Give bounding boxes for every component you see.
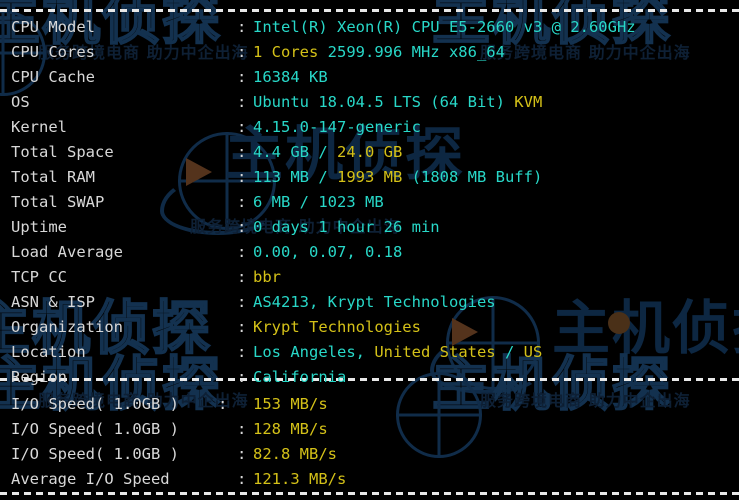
io-speed-value-segment: 82.8 MB/s [253, 445, 337, 463]
info-value: bbr [253, 265, 281, 290]
info-value: 4.4 GB / 24.0 GB [253, 140, 402, 165]
io-speed-value-segment: 153 MB/s [253, 395, 328, 413]
info-value: 113 MB / 1993 MB (1808 MB Buff) [253, 165, 542, 190]
info-label: TCP CC [11, 268, 67, 286]
io-speed-value-segment: 128 MB/s [253, 420, 328, 438]
io-speed-value: 128 MB/s [253, 417, 328, 442]
info-label: CPU Model [11, 18, 95, 36]
watermark-globe-icon [396, 372, 482, 458]
info-label: Load Average [11, 243, 123, 261]
info-colon: : [237, 68, 247, 86]
info-colon: : [237, 193, 247, 211]
info-value: Los Angeles, United States / US [253, 340, 542, 365]
info-colon: : [237, 268, 247, 286]
io-speed-label: I/O Speed( 1.0GB ) [11, 445, 179, 463]
info-value: 4.15.0-147-generic [253, 115, 421, 140]
info-value-segment: 16384 KB [253, 68, 328, 86]
info-colon: : [237, 143, 247, 161]
info-value-segment: / [318, 143, 337, 161]
io-speed-colon: : [237, 445, 247, 463]
info-label: OS [11, 93, 30, 111]
info-value-segment: US [523, 343, 543, 361]
info-label: Uptime [11, 218, 67, 236]
io-speed-colon: : [218, 395, 228, 413]
info-value-segment: / [504, 343, 524, 361]
watermark-brand: 主机侦探 [552, 294, 739, 362]
info-value: 0 days 1 hour 26 min [253, 215, 440, 240]
info-label: Region [11, 368, 67, 386]
io-speed-value-segment: 121.3 MB/s [253, 470, 347, 488]
info-value: 1 Cores 2599.996 MHz x86_64 [253, 40, 505, 65]
io-speed-label: I/O Speed( 1.0GB ) [11, 395, 179, 413]
info-value: California [253, 365, 346, 390]
info-colon: : [237, 293, 247, 311]
separator-top [0, 9, 739, 12]
info-value: Intel(R) Xeon(R) CPU E5-2660 v3 @ 2.60GH… [253, 15, 636, 40]
info-colon: : [237, 43, 247, 61]
info-colon: : [237, 368, 247, 386]
info-colon: : [237, 118, 247, 136]
info-label: Organization [11, 318, 123, 336]
info-value-segment: bbr [253, 268, 281, 286]
info-value-segment: KVM [514, 93, 543, 111]
separator-middle [0, 378, 739, 381]
io-speed-value: 153 MB/s [253, 392, 328, 417]
info-label: Total Space [11, 143, 114, 161]
info-value: 0.00, 0.07, 0.18 [253, 240, 402, 265]
watermark-tagline: 服务跨境电商 助力中企出海 [480, 391, 691, 410]
info-colon: : [237, 168, 247, 186]
io-speed-value: 82.8 MB/s [253, 442, 337, 467]
info-value-segment: 6 MB / 1023 MB [253, 193, 384, 211]
info-value-segment: 0 days 1 hour 26 min [253, 218, 440, 236]
info-value-segment: Ubuntu 18.04.5 LTS (64 Bit) [253, 93, 515, 111]
info-value-segment: AS4213, Krypt Technologies [253, 293, 496, 311]
info-value-segment: 4.15.0-147-generic [253, 118, 421, 136]
info-value-segment: 0.00, 0.07, 0.18 [253, 243, 403, 261]
info-value-segment: Krypt Technologies [253, 318, 421, 336]
info-colon: : [237, 93, 247, 111]
info-value: 6 MB / 1023 MB [253, 190, 384, 215]
info-label: CPU Cores [11, 43, 95, 61]
info-colon: : [237, 218, 247, 236]
io-speed-value: 121.3 MB/s [253, 467, 346, 492]
info-label: Kernel [11, 118, 67, 136]
info-value: Ubuntu 18.04.5 LTS (64 Bit) KVM [253, 90, 542, 115]
info-colon: : [237, 18, 247, 36]
info-colon: : [237, 243, 247, 261]
info-value-segment: 1 Cores [253, 43, 319, 61]
info-value-segment: Los Angeles, [253, 343, 375, 361]
info-value-segment: 2599.996 MHz x86_64 [318, 43, 505, 61]
watermark-cursor-icon [186, 158, 212, 186]
io-speed-label: I/O Speed( 1.0GB ) [11, 420, 179, 438]
info-value-segment: 1993 MB [337, 168, 412, 186]
io-speed-label: Average I/O Speed [11, 470, 170, 488]
info-value-segment: / [318, 168, 337, 186]
info-value-segment: Intel(R) Xeon(R) CPU E5-2660 v3 @ 2.60GH… [253, 18, 636, 36]
info-colon: : [237, 318, 247, 336]
separator-bottom [0, 492, 739, 495]
info-value-segment: United States [374, 343, 505, 361]
info-label: Total SWAP [11, 193, 105, 211]
info-value: AS4213, Krypt Technologies [253, 290, 496, 315]
info-label: CPU Cache [11, 68, 95, 86]
io-speed-colon: : [237, 470, 247, 488]
info-value-segment: 24.0 GB [337, 143, 403, 161]
info-value-segment: (1808 MB Buff) [411, 168, 543, 186]
info-value-segment: 113 MB [253, 168, 319, 186]
info-label: Location [11, 343, 86, 361]
info-colon: : [237, 343, 247, 361]
terminal-window: 主机侦探 主机侦探 服务跨境电商 助力中企出海 服务跨境电商 助力中企出海 主机… [0, 0, 739, 500]
info-value-segment: 4.4 GB [253, 143, 319, 161]
info-label: Total RAM [11, 168, 95, 186]
info-label: ASN & ISP [11, 293, 95, 311]
info-value: 16384 KB [253, 65, 328, 90]
io-speed-colon: : [237, 420, 247, 438]
watermark-brand: 主机侦探 [431, 350, 673, 418]
info-value-segment: California [253, 368, 347, 386]
watermark-dot-icon [608, 312, 630, 334]
info-value: Krypt Technologies [253, 315, 421, 340]
watermark-tagline: 服务跨境电商 助力中企出海 [480, 43, 691, 62]
